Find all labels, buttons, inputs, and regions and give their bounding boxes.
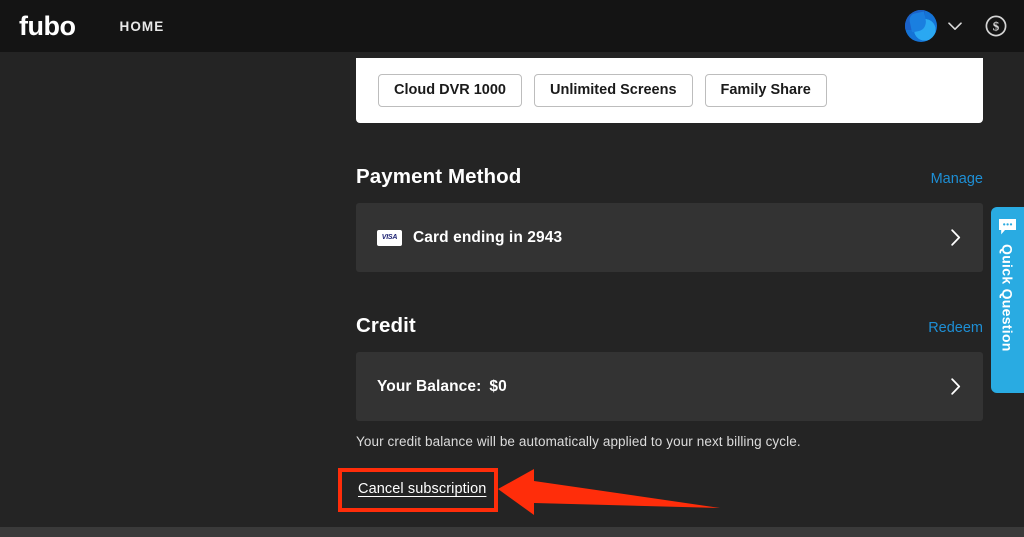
- plan-features-card: Cloud DVR 1000 Unlimited Screens Family …: [356, 58, 983, 123]
- fubo-logo[interactable]: fubo: [19, 13, 75, 40]
- chat-bubble-icon: [998, 218, 1017, 236]
- balance-label: Your Balance: $0: [377, 378, 507, 396]
- quick-question-label: Quick Question: [1000, 244, 1016, 352]
- footer-strip: [0, 527, 1024, 537]
- chevron-down-icon[interactable]: [944, 10, 966, 42]
- card-ending-label: Card ending in 2943: [413, 229, 562, 247]
- chevron-right-icon: [951, 229, 961, 246]
- visa-card-icon-text: VISA: [382, 234, 398, 241]
- credit-balance-row-content: Your Balance: $0: [377, 378, 951, 396]
- credit-balance-row[interactable]: Your Balance: $0: [356, 352, 983, 421]
- svg-text:$: $: [993, 19, 1000, 34]
- payment-method-header: Payment Method Manage: [356, 165, 983, 189]
- nav-item-home[interactable]: HOME: [119, 19, 164, 34]
- cancel-subscription-link[interactable]: Cancel subscription: [358, 481, 486, 497]
- balance-value: $0: [489, 378, 506, 395]
- header-actions: $: [905, 0, 1014, 52]
- balance-label-text: Your Balance:: [377, 378, 481, 395]
- payment-method-title: Payment Method: [356, 165, 521, 189]
- plan-badge-cloud-dvr[interactable]: Cloud DVR 1000: [378, 74, 522, 108]
- plan-badge-family-share[interactable]: Family Share: [705, 74, 827, 108]
- chevron-right-icon: [951, 378, 961, 395]
- dollar-circle-icon[interactable]: $: [983, 13, 1009, 39]
- credit-header: Credit Redeem: [356, 314, 983, 338]
- redeem-credit-link[interactable]: Redeem: [928, 320, 983, 336]
- quick-question-tab[interactable]: Quick Question: [991, 207, 1024, 393]
- account-content: Cloud DVR 1000 Unlimited Screens Family …: [0, 52, 1024, 527]
- fubo-logo-text: fubo: [19, 13, 75, 40]
- credit-title: Credit: [356, 314, 416, 338]
- visa-card-icon: VISA: [377, 230, 402, 246]
- manage-payment-link[interactable]: Manage: [931, 171, 983, 187]
- credit-helper-text: Your credit balance will be automaticall…: [356, 434, 983, 449]
- payment-method-row[interactable]: VISA Card ending in 2943: [356, 203, 983, 272]
- user-avatar[interactable]: [905, 10, 937, 42]
- payment-method-row-content: VISA Card ending in 2943: [377, 229, 951, 247]
- plan-badge-unlimited-screens[interactable]: Unlimited Screens: [534, 74, 693, 108]
- app-header: fubo HOME $: [0, 0, 1024, 52]
